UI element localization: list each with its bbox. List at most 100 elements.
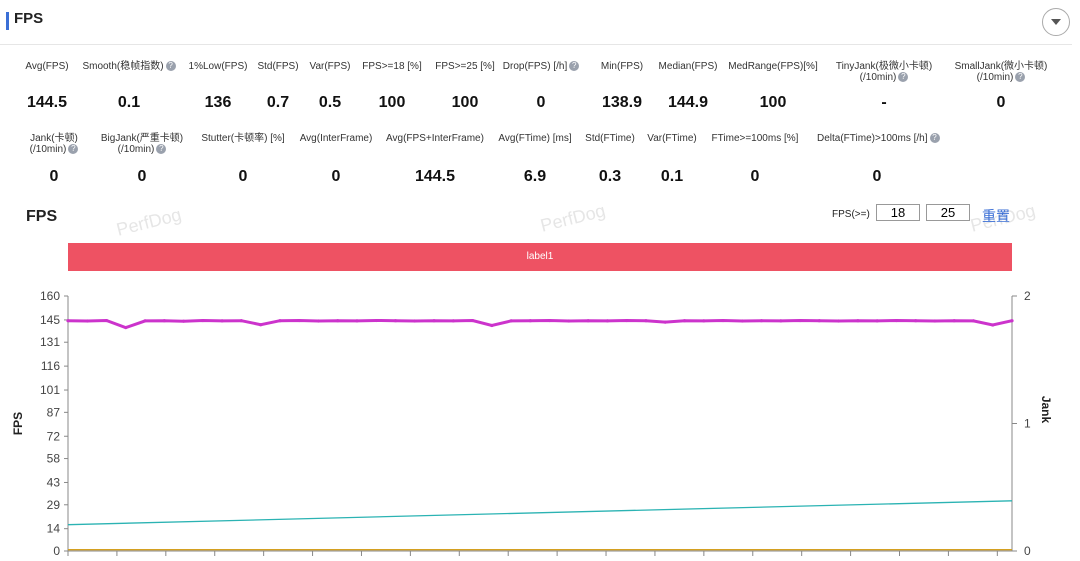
metric-label: TinyJank(极微小卡顿) <box>835 61 933 72</box>
fps-point <box>837 319 841 323</box>
fps-point <box>259 323 263 327</box>
fps-point <box>239 319 243 323</box>
label-band[interactable]: label1 <box>68 243 1012 271</box>
fps-point <box>413 319 417 323</box>
watermark: PerfDog <box>538 200 608 236</box>
fps-point <box>682 319 687 323</box>
fps-point <box>605 319 610 323</box>
fps-point <box>914 319 918 323</box>
threshold-input-1[interactable] <box>876 204 920 221</box>
threshold-label: FPS(>=) <box>832 209 870 220</box>
fps-point <box>952 319 956 323</box>
help-icon[interactable]: ? <box>898 72 909 83</box>
fps-point <box>721 318 725 323</box>
fps-point <box>798 318 802 323</box>
fps-point <box>548 318 552 323</box>
series-line-0 <box>67 318 1013 330</box>
metric-label: FTime>=100ms [%] <box>711 133 799 144</box>
fps-point <box>971 319 976 323</box>
help-icon[interactable]: ? <box>1015 72 1026 83</box>
collapse-button[interactable] <box>1042 8 1070 36</box>
fps-point <box>66 319 70 323</box>
y-tick-label: 116 <box>41 359 60 373</box>
help-icon[interactable]: ? <box>156 144 167 155</box>
metric-value: 0 <box>750 168 760 185</box>
y-tick-label: 145 <box>40 313 60 327</box>
y-tick-label: 72 <box>47 429 61 443</box>
fps-point <box>490 323 494 328</box>
y-tick-label: 43 <box>47 475 61 489</box>
fps-point <box>85 319 89 323</box>
y-tick-label: 131 <box>40 335 60 349</box>
y-tick-label: 0 <box>53 544 60 558</box>
fps-point <box>875 319 879 323</box>
fps-point <box>894 318 899 323</box>
fps-point <box>297 318 301 323</box>
watermark: PerfDog <box>114 204 184 240</box>
metric-ftime-100ms: FTime>=100ms [%] 0 <box>695 133 815 188</box>
fps-point <box>817 319 821 323</box>
fps-point <box>316 319 321 323</box>
metric-medrange-fps: MedRange(FPS)[%] 100 <box>713 61 833 114</box>
fps-point <box>663 320 667 324</box>
fps-point <box>104 318 109 323</box>
series-line-1 <box>67 500 1013 526</box>
help-icon[interactable]: ? <box>68 144 79 155</box>
chart-title: FPS <box>26 208 58 225</box>
metric-label: SmallJank(微小卡顿) <box>954 61 1048 72</box>
fps-point <box>393 319 398 323</box>
y2-tick-label: 1 <box>1024 417 1031 431</box>
metric-value: 0 <box>996 94 1006 111</box>
metric-label: MedRange(FPS)[%] <box>728 61 818 72</box>
fps-point <box>451 319 455 323</box>
fps-point <box>1010 319 1014 323</box>
threshold-input-2[interactable] <box>926 204 970 221</box>
fps-point <box>740 319 744 323</box>
metric-value: 100 <box>759 94 787 111</box>
y2-tick-label: 2 <box>1024 289 1031 303</box>
y2-axis-label: Jank <box>1039 396 1053 424</box>
fps-point <box>759 319 764 323</box>
fps-point <box>374 318 378 323</box>
y-axis-label: FPS <box>11 412 25 435</box>
y-tick-label: 29 <box>47 498 61 512</box>
accent-bar <box>6 12 9 30</box>
y-tick-label: 58 <box>47 452 61 466</box>
metric-label: Delta(FTime)>100ms [/h]? <box>817 133 940 144</box>
fps-point <box>991 323 995 327</box>
fps-point <box>336 319 340 323</box>
fps-point <box>162 319 166 323</box>
fps-point <box>644 319 648 323</box>
fps-point <box>278 319 282 323</box>
fps-point <box>567 319 571 323</box>
fps-point <box>201 318 205 323</box>
metric-value: 0 <box>872 168 882 185</box>
fps-point <box>181 319 186 323</box>
metric-delta-ftime-100ms-h: Delta(FTime)>100ms [/h]? 0 <box>817 133 940 188</box>
fps-point <box>586 319 590 323</box>
y-tick-label: 87 <box>47 405 61 419</box>
fps-chart: 160 145 131 116 101 87 72 58 43 29 14 0 2 1 0 FPS Jank <box>11 289 1053 558</box>
fps-point <box>509 319 513 323</box>
fps-point <box>856 319 860 323</box>
help-icon[interactable]: ? <box>929 133 940 144</box>
fps-point <box>470 318 475 323</box>
fps-point <box>779 319 783 323</box>
y2-tick-label: 0 <box>1024 544 1031 558</box>
fps-point <box>528 319 532 323</box>
fps-point <box>432 319 436 323</box>
metric-smalljank: SmallJank(微小卡顿) (/10min)? 0 <box>941 61 1061 114</box>
fps-point <box>143 319 147 323</box>
metric-tinyjank: TinyJank(极微小卡顿) (/10min)? - <box>824 61 944 114</box>
reset-button[interactable]: 重置 <box>982 206 1010 226</box>
header-divider <box>0 44 1072 45</box>
y-tick-label: 14 <box>47 522 61 536</box>
y-tick-label: 101 <box>40 383 60 397</box>
fps-point <box>355 319 359 323</box>
metric-value: - <box>881 94 887 111</box>
section-title: FPS <box>14 10 44 27</box>
y-tick-label: 160 <box>40 289 60 303</box>
chevron-down-icon <box>1051 19 1061 25</box>
fps-point <box>124 325 128 330</box>
fps-point <box>625 318 629 323</box>
